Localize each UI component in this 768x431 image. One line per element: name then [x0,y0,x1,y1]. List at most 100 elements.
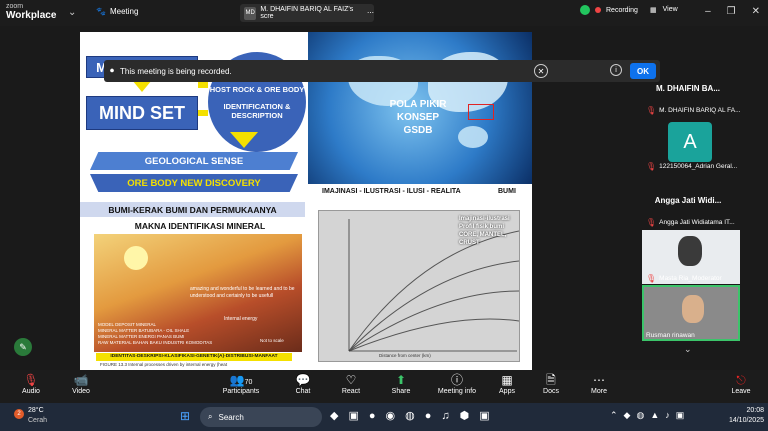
pola-pikir-text: POLA PIKIR [389,99,447,110]
docs-button[interactable]: 🗎 Docs [526,373,576,395]
participant-tile-label: 🎙 122150064_Adrian Geral... [646,162,737,171]
recording-status[interactable]: Recording [580,5,638,15]
avatar [678,236,702,266]
arrow-right-icon [198,110,208,116]
title-bar: zoom Workplace ⌄ 🐾 Meeting MD M. DHAIFIN… [0,0,768,26]
participant-name: Angga Jati Widi... [654,196,722,205]
share-label: Share [391,388,411,395]
tab-screen-share[interactable]: MD M. DHAIFIN BARIQ AL FAIZ's scre ⋯ [240,4,374,22]
zoom-logo: zoom Workplace [6,2,56,21]
video-button[interactable]: 📹 Video [56,373,106,395]
not-to-scale-label: Not to scale [260,338,284,343]
arrow-down-icon [230,132,258,148]
chevron-down-icon[interactable]: ⌄ [684,344,692,355]
participant-tile-label: 🎙 Angga Jati Widiatama IT... [646,218,735,227]
exit-icon: ⎋ [736,373,746,387]
clock-date: 14/10/2025 [728,417,764,424]
arrow-right-icon [198,82,208,88]
more-button[interactable]: ⋯ More [574,373,624,395]
document-icon: 🗎 [546,373,556,387]
grid-icon: ▦ [650,7,657,14]
annotate-icon[interactable]: ✎ [14,338,32,356]
clock-time[interactable]: 20:08 [728,407,764,414]
view-label: View [662,6,678,13]
view-button[interactable]: ▦ View [650,6,678,14]
search-label: Search [218,412,244,422]
docs-label: Docs [543,388,559,395]
audio-button[interactable]: 🎙 Audio [6,373,56,395]
camera-off-icon: 📹 [73,373,89,387]
share-screen-icon: ⬆ [395,373,407,387]
record-dot-icon [595,7,601,13]
apps-button[interactable]: ▦ Apps [482,373,532,395]
highlight-box [468,104,494,120]
host-rock-text: HOST ROCK & ORE BODY [209,84,305,94]
identification-text: IDENTIFICATION & DESCRIPTION [223,101,291,120]
amazing-text: amazing and wonderful to be learned and … [190,286,295,299]
bumi-label: BUMI [498,188,516,195]
react-button[interactable]: ♡ React [326,373,376,395]
maximize-icon[interactable]: ❐ [727,6,736,17]
windows-start-icon[interactable]: ⊞ [180,409,190,423]
taskbar-search[interactable]: ⌕ Search [200,407,322,427]
info-icon: ⓘ [450,373,463,387]
participant-label: Rusman rinawan [646,332,695,339]
people-icon: 👥70 [229,373,253,387]
leave-button[interactable]: ⎋ Leave [716,373,766,395]
video-label: Video [72,388,90,395]
tab-meeting[interactable]: 🐾 Meeting [96,7,138,16]
apps-icon: ▦ [501,373,513,387]
participant-tile-label: 🎙 Masta Ria_Moderator [646,274,722,283]
share-button[interactable]: ⬆ Share [376,373,426,395]
chevron-down-icon[interactable]: ⌄ [68,7,76,18]
more-icon: ⋯ [593,373,605,387]
meeting-tab-label: Meeting [109,7,139,16]
globe-caption: POLA PIKIR KONSEP GSDB [368,98,468,137]
avatar: MD [244,6,257,20]
search-icon: ⌕ [208,412,213,421]
participants-count: 70 [244,379,253,386]
presentation-slide: MASTER MIND MIND SET HOST ROCK & ORE BOD… [80,32,532,371]
mic-off-icon: 🎙 [23,373,39,387]
minimize-icon[interactable]: – [705,6,711,17]
more-label: More [591,388,607,395]
participants-button[interactable]: 👥70 Participants [216,373,266,395]
mind-set-box: MIND SET [86,96,198,130]
record-icon: ⏺ [110,66,114,75]
notification-badge: 2 [14,409,24,419]
ok-button[interactable]: OK [630,63,656,79]
screen-share-stage: MASTER MIND MIND SET HOST ROCK & ORE BOD… [0,26,660,371]
sun-icon [124,246,148,270]
chat-label: Chat [295,388,311,395]
pinned-apps[interactable]: ◆▣●◉◍●♫⬢▣ [330,409,500,422]
bumi-kerak-title: BUMI-KERAK BUMI DAN PERMUKAANYA [80,202,305,217]
earth-profile-diagram: Imajinasi-ilustrasi Profil fisik bumi CO… [318,210,520,362]
participant-name: M. DHAIFIN BA... [656,84,720,93]
os-taskbar: 2 28°C Cerah ⊞ ⌕ Search ◆▣●◉◍●♫⬢▣ ⌃◆◍▲♪▣… [0,403,768,431]
chat-button[interactable]: 💬 Chat [278,373,328,395]
leave-label: Leave [731,388,751,395]
apps-label: Apps [499,388,515,395]
more-icon[interactable]: ⋯ [367,9,374,17]
info-icon[interactable]: i [610,64,622,76]
geological-sense-banner: GEOLOGICAL SENSE [90,152,298,170]
participant-label: Angga Jati Widiatama IT... [659,219,735,226]
gsdb-text: GSDB [403,125,433,136]
recording-label: Recording [606,6,638,14]
figure-caption: FIGURE 13.3 Internal processes driven by… [100,362,228,367]
mic-off-icon: 🎙 [646,218,657,227]
model-deposit-text: MODEL DEPOSIT MINERAL MINERAL MATTER BAT… [98,322,213,345]
meeting-info-label: Meeting info [437,388,477,395]
close-icon[interactable]: ✕ [534,64,548,78]
weather-temp[interactable]: 28°C [28,407,44,414]
crust-illustration: amazing and wonderful to be learned and … [94,234,302,352]
close-icon[interactable]: ✕ [752,6,760,17]
meeting-toolbar: 🎙 Audio 📹 Video 👥70 Participants 💬 Chat ♡ Rea… [0,370,768,403]
system-tray-icons[interactable]: ⌃◆◍▲♪▣ [610,410,690,421]
notice-text: This meeting is being recorded. [120,66,232,76]
identitas-banner: IDENTITAS-DESKRIPSI-KLASIFIKASI-GENETIK(… [96,353,292,361]
makna-title: MAKNA IDENTIFIKASI MINERAL [134,221,266,231]
weather-condition: Cerah [28,417,48,424]
imajinasi-row-label: IMAJINASI - ILUSTRASI - ILUSI - REALITA [322,188,461,195]
meeting-info-button[interactable]: ⓘ Meeting info [432,373,482,395]
